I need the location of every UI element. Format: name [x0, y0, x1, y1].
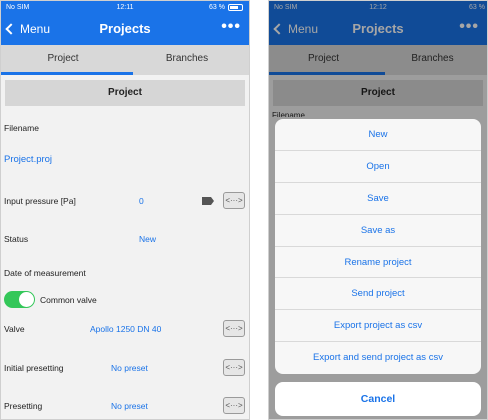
action-export-csv[interactable]: Export project as csv: [275, 310, 481, 343]
section-header: Project: [5, 80, 245, 106]
project-menu-screen: No SIM 12:12 63 % Menu Projects ••• Proj…: [268, 0, 488, 420]
action-new[interactable]: New: [275, 119, 481, 151]
input-pressure-value[interactable]: 0: [139, 196, 144, 206]
input-pressure-row: Input pressure [Pa] 0 <···>: [1, 191, 249, 211]
cancel-button[interactable]: Cancel: [275, 382, 481, 416]
input-pressure-label: Input pressure [Pa]: [4, 196, 76, 206]
battery-icon: [228, 4, 243, 11]
filename-label: Filename: [4, 123, 39, 133]
action-save[interactable]: Save: [275, 183, 481, 215]
status-label: Status: [4, 234, 29, 244]
date-label: Date of measurement: [4, 268, 86, 278]
more-options-button[interactable]: •••: [221, 18, 241, 36]
nav-bar: Menu Projects •••: [1, 14, 249, 45]
tab-branches[interactable]: Branches: [125, 45, 249, 75]
page-title: Projects: [99, 21, 151, 36]
tab-project[interactable]: Project: [1, 45, 125, 75]
status-bar: No SIM 12:11 63 %: [1, 1, 249, 14]
tag-icon[interactable]: [201, 196, 215, 206]
presetting-value[interactable]: No preset: [111, 401, 148, 411]
status-value: New: [139, 234, 157, 244]
initial-presetting-row: Initial presetting No preset <···>: [1, 358, 249, 378]
common-valve-toggle[interactable]: [4, 291, 35, 308]
battery-percent: 63 %: [209, 4, 225, 11]
action-rename-project[interactable]: Rename project: [275, 247, 481, 279]
action-open[interactable]: Open: [275, 151, 481, 183]
action-send-project[interactable]: Send project: [275, 278, 481, 311]
common-valve-row: Common valve: [1, 291, 249, 309]
valve-arrow-button[interactable]: <···>: [223, 320, 245, 337]
presetting-arrow-button[interactable]: <···>: [223, 397, 245, 414]
initial-presetting-value[interactable]: No preset: [111, 363, 148, 373]
filename-value[interactable]: Project.proj: [4, 154, 52, 165]
tab-bar: Project Branches: [1, 45, 249, 75]
tab-indicator: [1, 72, 133, 75]
project-screen: No SIM 12:11 63 % Menu Projects ••• Proj…: [0, 0, 250, 420]
presetting-row: Presetting No preset <···>: [1, 396, 249, 416]
initial-presetting-arrow-button[interactable]: <···>: [223, 359, 245, 376]
input-pressure-arrow-button[interactable]: <···>: [223, 192, 245, 209]
valve-row: Valve Apollo 1250 DN 40 <···>: [1, 319, 249, 339]
action-sheet: New Open Save Save as Rename project Sen…: [275, 119, 481, 374]
valve-value[interactable]: Apollo 1250 DN 40: [90, 324, 161, 334]
action-save-as[interactable]: Save as: [275, 215, 481, 247]
presetting-label: Presetting: [4, 401, 43, 411]
initial-presetting-label: Initial presetting: [4, 363, 64, 373]
action-export-send-csv[interactable]: Export and send project as csv: [275, 342, 481, 374]
valve-label: Valve: [4, 324, 25, 334]
common-valve-label: Common valve: [40, 295, 97, 305]
